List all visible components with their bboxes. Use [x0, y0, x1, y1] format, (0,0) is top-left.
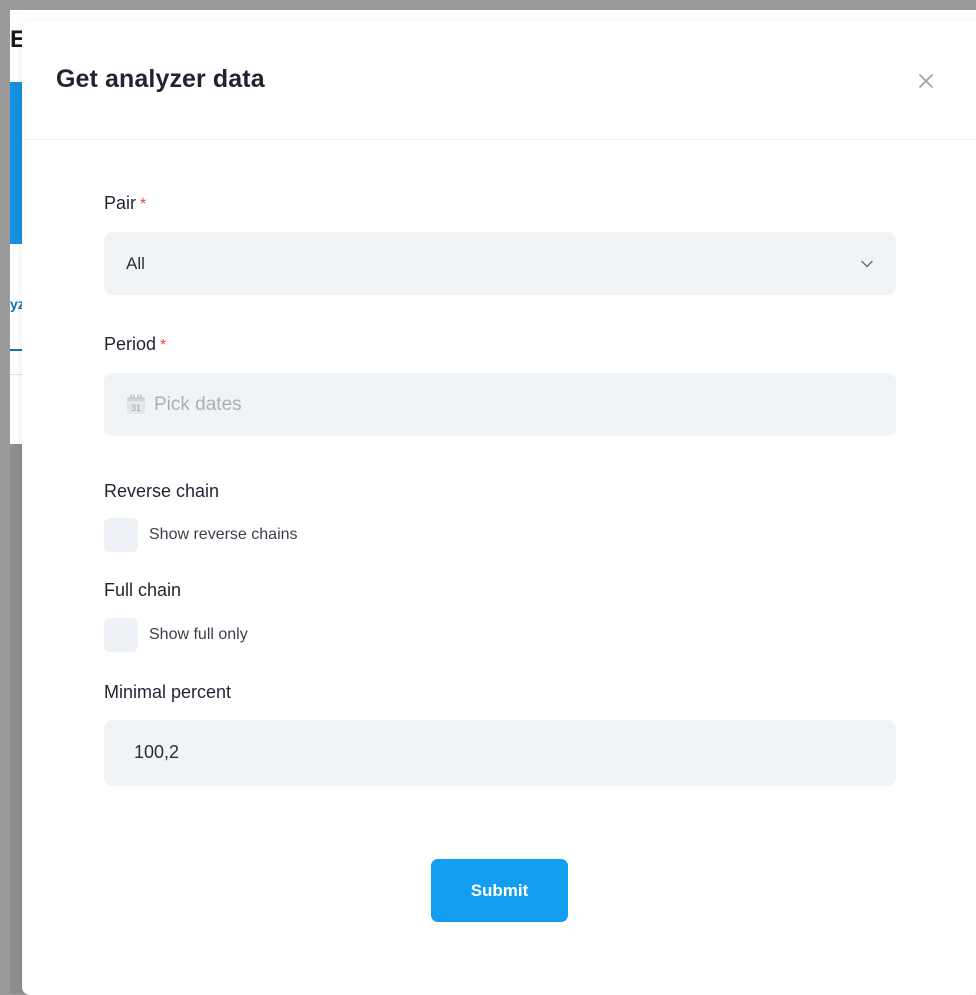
minimal-percent-label: Minimal percent	[104, 682, 232, 702]
close-button[interactable]	[916, 71, 936, 91]
submit-button[interactable]: Submit	[431, 859, 568, 922]
modal-title: Get analyzer data	[56, 65, 265, 93]
close-icon	[919, 74, 933, 88]
minimal-percent-value[interactable]: 100,2	[134, 742, 179, 763]
pair-label-text: Pair	[104, 193, 137, 213]
period-required-mark: *	[160, 337, 167, 354]
modal-header: Get analyzer data	[22, 21, 976, 140]
get-analyzer-data-modal: Get analyzer data Pair* All Period* 31	[22, 21, 976, 995]
period-date-picker[interactable]: 31 Pick dates	[104, 373, 896, 436]
calendar-icon: 31	[127, 394, 145, 414]
calendar-icon-day: 31	[131, 403, 141, 413]
period-label: Period *	[104, 334, 166, 355]
minimal-percent-input[interactable]: 100,2	[104, 720, 896, 786]
chevron-down-icon	[861, 260, 873, 268]
pair-select-value: All	[126, 254, 145, 273]
show-full-only-label[interactable]: Show full only	[149, 626, 248, 644]
period-placeholder: Pick dates	[154, 394, 242, 415]
pair-required-mark: *	[140, 196, 147, 213]
pair-select[interactable]: All	[104, 232, 896, 295]
pair-label: Pair *	[104, 193, 146, 214]
show-full-only-checkbox[interactable]	[104, 618, 138, 652]
show-reverse-chains-label[interactable]: Show reverse chains	[149, 526, 298, 544]
full-chain-label: Full chain	[104, 580, 182, 600]
show-reverse-chains-checkbox[interactable]	[104, 518, 138, 552]
reverse-chain-label: Reverse chain	[104, 481, 220, 501]
period-label-text: Period	[104, 334, 157, 354]
